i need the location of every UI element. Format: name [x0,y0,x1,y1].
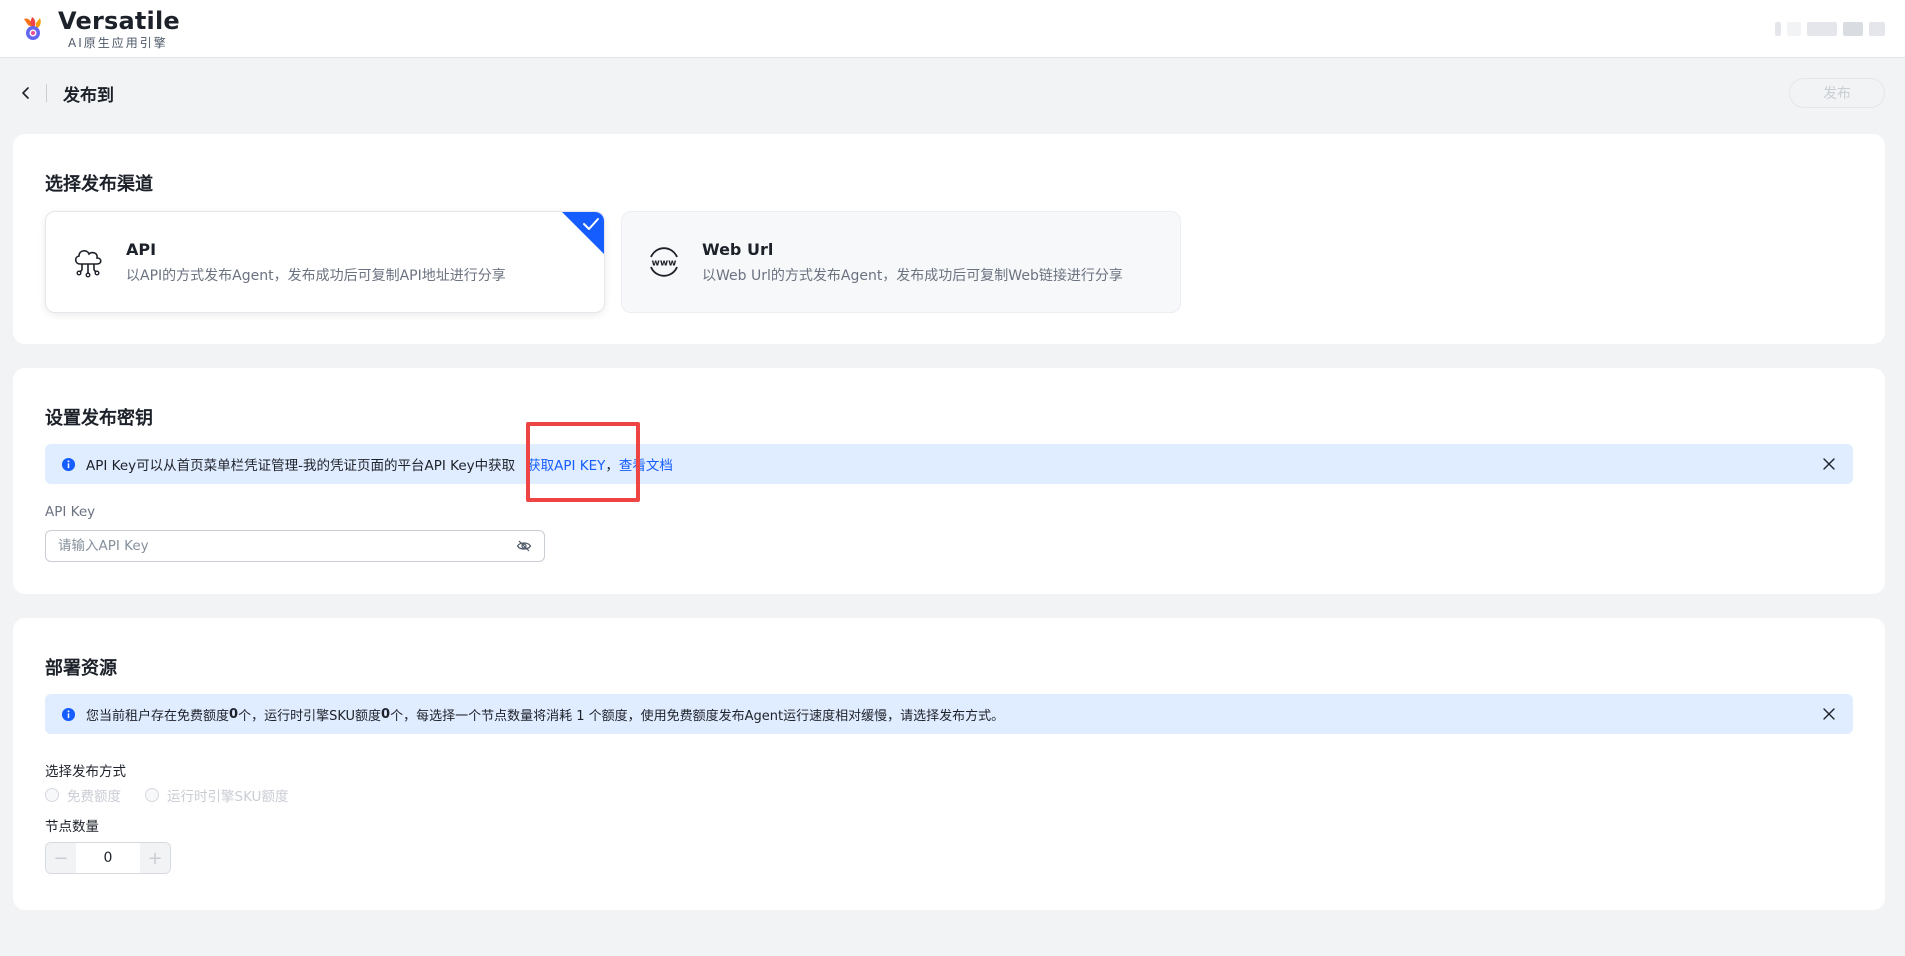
radio-free-quota[interactable]: 免费额度 [45,785,121,805]
close-icon[interactable] [1821,456,1837,472]
redacted-block [1843,21,1863,36]
api-key-input-wrapper[interactable] [45,530,545,562]
channel-description: 以Web Url的方式发布Agent，发布成功后可复制Web链接进行分享 [702,267,1123,284]
info-icon [61,707,76,721]
brand-subtitle: AI原生应用引擎 [68,35,168,50]
radio-circle [145,788,159,802]
page-bar: 发布到 发布 [0,58,1905,128]
decrement-button[interactable]: − [46,843,76,873]
radio-sku-quota[interactable]: 运行时引擎SKU额度 [145,785,288,805]
versatile-logo-icon [20,15,48,43]
channel-option-api[interactable]: API 以API的方式发布Agent，发布成功后可复制API地址进行分享 [45,211,605,313]
chevron-left-icon [22,87,29,99]
alert-middle-2: 个，每选择一个节点数量将消耗 1 个额度，使用免费额度发布Agent运行速度相对… [390,708,1005,724]
radio-label: 免费额度 [67,789,121,805]
channel-option-web-url[interactable]: www Web Url 以Web Url的方式发布Agent，发布成功后可复制W… [621,211,1181,313]
close-icon[interactable] [1821,706,1837,722]
api-key-label: API Key [45,504,96,520]
radio-circle [45,788,59,802]
channel-name: API [126,239,157,259]
free-quota-value: 0 [229,706,239,722]
deploy-info-alert: 您当前租户存在免费额度 0 个，运行时引擎SKU额度 0 个，每选择一个节点数量将消耗 … [45,694,1853,734]
redacted-block [1869,21,1885,36]
api-key-card: 设置发布密钥 API Key可以从首页菜单栏凭证管理-我的凭证页面的平台API … [13,368,1885,594]
api-key-info-alert: API Key可以从首页菜单栏凭证管理-我的凭证页面的平台API Key中获取 … [45,444,1853,484]
www-globe-icon: www [650,247,678,277]
page-title: 发布到 [63,85,114,106]
channel-description: 以API的方式发布Agent，发布成功后可复制API地址进行分享 [126,267,506,284]
cloud-api-icon [74,250,102,278]
highlight-annotation [526,422,640,502]
node-count-value[interactable]: 0 [76,850,140,866]
redacted-block [1787,21,1801,36]
svg-text:www: www [652,259,677,269]
deploy-resources-card: 部署资源 您当前租户存在免费额度 0 个，运行时引擎SKU额度 0 个，每选择一个节点数… [13,618,1885,910]
user-account[interactable] [1775,21,1885,36]
alert-middle-1: 个，运行时引擎SKU额度 [238,708,382,724]
brand-name: Versatile [58,6,180,35]
alert-prefix: 您当前租户存在免费额度 [86,708,230,724]
avatar [1775,21,1781,36]
publish-button[interactable]: 发布 [1789,78,1885,108]
info-icon [61,457,76,471]
method-radio-group: 免费额度 运行时引擎SKU额度 [45,785,288,805]
top-header: Versatile AI原生应用引擎 [0,0,1905,58]
redacted-block [1807,21,1837,36]
divider [46,84,47,102]
deploy-section-title: 部署资源 [45,658,117,679]
increment-button[interactable]: + [140,843,170,873]
api-key-input[interactable] [58,538,516,554]
back-button[interactable] [16,83,36,103]
sku-quota-value: 0 [381,706,391,722]
eye-hidden-icon[interactable] [516,538,532,554]
alert-text: API Key可以从首页菜单栏凭证管理-我的凭证页面的平台API Key中获取 [86,458,516,474]
node-count-stepper[interactable]: − 0 + [45,842,171,874]
brand[interactable]: Versatile AI原生应用引擎 [20,9,180,49]
method-label: 选择发布方式 [45,764,126,780]
selected-check-icon [562,212,604,254]
key-section-title: 设置发布密钥 [45,408,153,429]
channel-name: Web Url [702,239,774,259]
channel-card: 选择发布渠道 API 以API的方式发布Agent，发布成功后可复制API地址进… [13,134,1885,344]
radio-label: 运行时引擎SKU额度 [167,789,289,805]
channel-section-title: 选择发布渠道 [45,174,153,195]
node-count-label: 节点数量 [45,819,99,835]
